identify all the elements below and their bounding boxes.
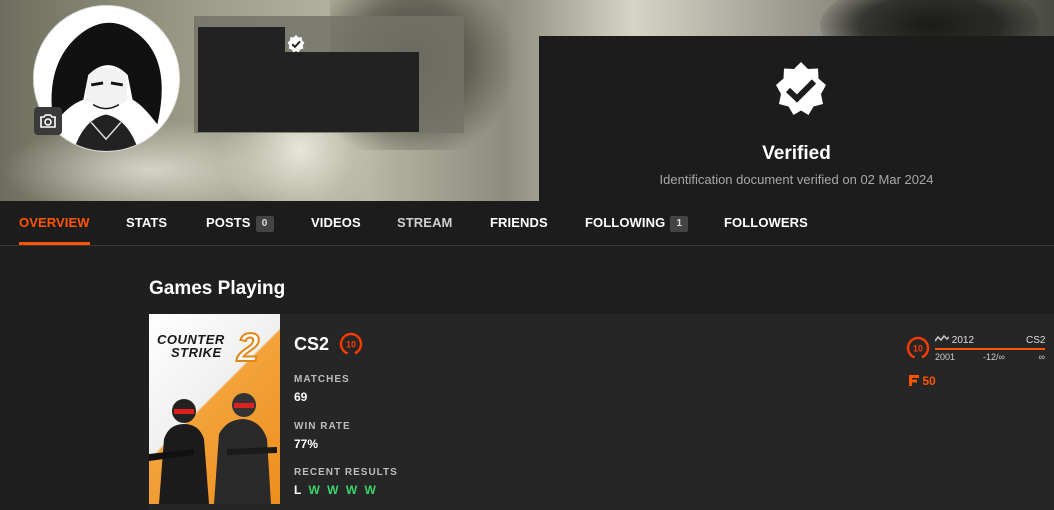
result-item: W [308, 483, 322, 497]
tab-videos[interactable]: VIDEOS [311, 201, 361, 245]
tab-followers[interactable]: FOLLOWERS [724, 201, 808, 245]
elo-min: 2001 [935, 352, 956, 362]
faceit-points: 50 [909, 374, 936, 388]
verified-subtitle: Identification document verified on 02 M… [659, 172, 934, 187]
verified-title: Verified [762, 143, 831, 164]
game-name: CS2 [294, 334, 330, 354]
elo-game-label: CS2 [1026, 335, 1046, 346]
tab-following[interactable]: FOLLOWING 1 [585, 201, 689, 245]
recent-results-label: RECENT RESULTS [294, 467, 398, 478]
result-item: L [294, 483, 304, 497]
result-item: W [364, 483, 378, 497]
redacted-name [198, 27, 285, 53]
verified-check-icon [287, 35, 305, 53]
elo-delta: -12/∞ [983, 352, 1005, 362]
tab-stream[interactable]: STREAM [397, 201, 453, 245]
svg-text:10: 10 [913, 344, 923, 354]
faceit-logo-icon [909, 375, 919, 386]
camera-icon [40, 114, 56, 128]
tab-stats[interactable]: STATS [126, 201, 167, 245]
verification-panel: Verified Identification document verifie… [539, 36, 1054, 202]
following-count-badge: 1 [670, 216, 689, 232]
profile-tabs: OVERVIEW STATS POSTS 0 VIDEOS STREAM FRIE… [0, 201, 1054, 246]
verified-badge-icon [776, 62, 826, 115]
cover-soldiers-art [149, 393, 277, 504]
tab-posts[interactable]: POSTS 0 [206, 201, 274, 245]
tab-overview[interactable]: OVERVIEW [19, 201, 90, 245]
skill-level-icon: 10 [339, 332, 363, 356]
winrate-label: WIN RATE [294, 421, 351, 432]
trend-icon [934, 334, 950, 342]
winrate-value: 77% [294, 437, 319, 451]
cover-title-number: 2 [236, 325, 260, 371]
change-avatar-button[interactable] [34, 107, 62, 135]
posts-count-badge: 0 [255, 216, 274, 232]
result-item: W [327, 483, 341, 497]
redacted-info [198, 52, 419, 132]
elo-level-icon: 10 [906, 336, 930, 360]
tab-friends[interactable]: FRIENDS [490, 201, 548, 245]
svg-text:10: 10 [346, 340, 356, 350]
cover-title-line2: STRIKE [171, 345, 222, 360]
game-card-cs2[interactable]: COUNTER STRIKE 2 CS2 10 MATCHES 69 WIN R… [149, 314, 1054, 510]
elo-current: 2012 [934, 334, 974, 346]
elo-max: ∞ [1038, 352, 1045, 362]
game-cover-image: COUNTER STRIKE 2 [149, 314, 280, 504]
section-title-games: Games Playing [149, 278, 286, 299]
result-item: W [345, 483, 360, 497]
matches-value: 69 [294, 390, 308, 404]
recent-results: L W W W W [294, 483, 378, 497]
elo-progress-bar [935, 348, 1045, 350]
matches-label: MATCHES [294, 374, 350, 385]
